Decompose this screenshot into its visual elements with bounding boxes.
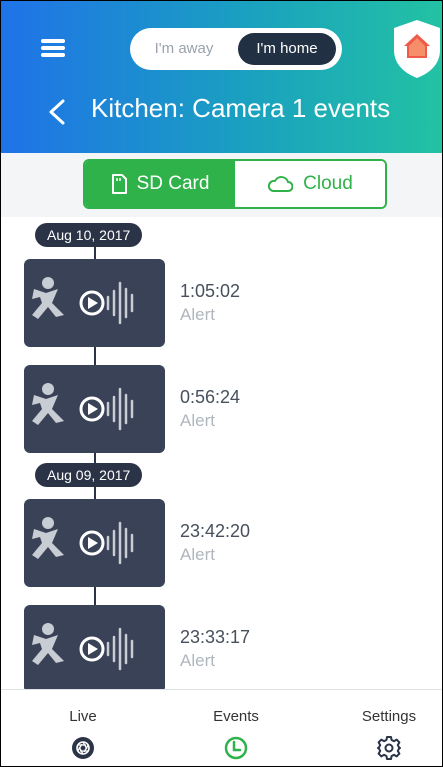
nav-live-label: Live [69,708,97,725]
page-title: Kitchen: Camera 1 events [91,93,391,123]
event-time: 23:42:20 [180,521,251,541]
away-option[interactable]: I'm away [138,33,230,65]
date-header: Aug 09, 2017 [35,463,143,487]
event-type: Alert [180,651,215,670]
cloud-label: Cloud [303,173,353,194]
event-thumbnail[interactable] [24,365,165,453]
event-thumbnail[interactable] [24,605,165,693]
event-type: Alert [180,545,215,564]
bottom-nav: Live Events Settings [1,689,442,766]
nav-settings-label: Settings [361,708,417,725]
back-icon[interactable] [45,97,69,127]
storage-segmented-control: SD Card Cloud [83,159,387,209]
home-option[interactable]: I'm home [238,33,336,65]
event-thumbnail[interactable] [24,499,165,587]
app-screen: I'm away I'm home Kitchen: Camera 1 even… [0,0,443,767]
motion-play-icon [32,383,134,431]
gear-icon [377,736,401,760]
tab-cloud[interactable]: Cloud [235,161,385,207]
presence-toggle[interactable]: I'm away I'm home [130,28,342,70]
sd-card-icon [111,174,127,194]
event-time: 0:56:24 [180,387,241,407]
nav-live[interactable]: Live [23,690,143,766]
event-list: Aug 10, 2017 1:05:02 Alert 0:56:24 Alert… [1,217,442,703]
event-type: Alert [180,411,215,430]
nav-events-label: Events [213,708,259,725]
menu-icon[interactable] [41,37,65,59]
motion-play-icon [32,623,134,671]
nav-events[interactable]: Events [176,690,296,766]
motion-play-icon [32,517,134,565]
date-header: Aug 10, 2017 [35,223,143,247]
home-shield-icon[interactable] [392,18,442,80]
sd-card-label: SD Card [136,173,210,194]
aperture-icon [72,737,94,759]
event-thumbnail[interactable] [24,259,165,347]
tab-sd-card[interactable]: SD Card [85,161,235,207]
event-type: Alert [180,305,215,324]
event-time: 23:33:17 [180,627,251,647]
nav-settings[interactable]: Settings [329,690,442,766]
cloud-icon [268,176,294,192]
header: I'm away I'm home Kitchen: Camera 1 even… [1,1,442,153]
clock-icon [224,736,248,760]
event-time: 1:05:02 [180,281,241,301]
motion-play-icon [32,277,134,325]
